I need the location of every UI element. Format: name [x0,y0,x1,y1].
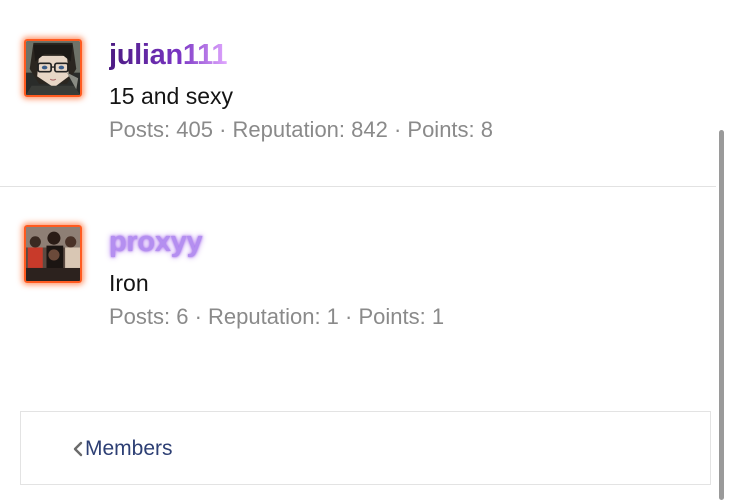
avatar[interactable] [24,39,82,97]
username-link[interactable]: proxyy [109,225,203,259]
username-link[interactable]: julian111 [109,38,228,72]
user-stats: Posts: 405 · Reputation: 842 · Points: 8 [109,117,494,142]
member-item: julian111 15 and sexy Posts: 405 · Reput… [0,0,716,187]
anime-avatar-image [26,41,80,95]
user-stats: Posts: 6 · Reputation: 1 · Points: 1 [109,304,445,329]
avatar[interactable] [24,225,82,283]
scrollbar[interactable] [719,130,724,500]
members-nav[interactable]: Members [20,411,711,485]
group-photo-image [26,227,80,281]
user-title: Iron [109,270,149,296]
members-link[interactable]: Members [85,436,173,462]
member-item [0,187,716,367]
user-title: 15 and sexy [109,83,234,109]
